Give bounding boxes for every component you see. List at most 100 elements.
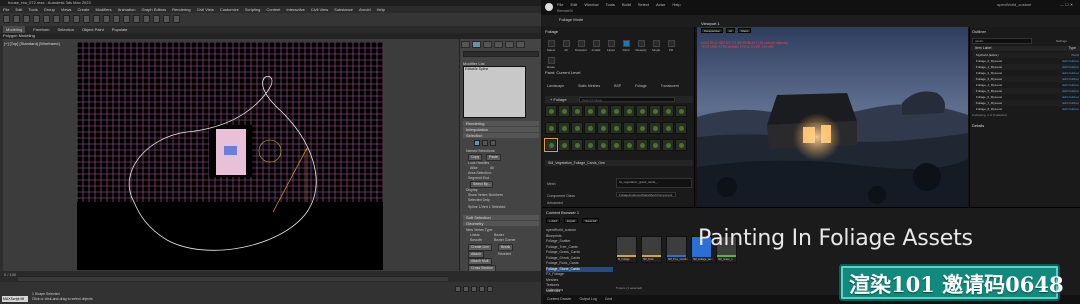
select-by-button[interactable]: Select By... — [470, 181, 494, 188]
ue-menu-item[interactable]: Window — [584, 2, 598, 7]
smooth-radio[interactable]: Smooth — [470, 238, 482, 242]
max-menu-item[interactable]: Views — [61, 6, 72, 13]
max-menu-item[interactable]: Substance — [334, 6, 353, 13]
attach-mult-button[interactable]: Attach Mult. — [468, 258, 493, 265]
max-menu-item[interactable]: File — [3, 6, 9, 13]
spline-mode-icon[interactable] — [490, 140, 496, 146]
ue-menu-item[interactable]: Build — [622, 2, 631, 7]
render-icon[interactable] — [173, 15, 180, 23]
render-setup-icon[interactable] — [163, 15, 170, 23]
play-icon[interactable] — [471, 286, 477, 292]
modifier-stack-item[interactable]: Editable Spline — [465, 67, 488, 71]
foliage-type-thumb[interactable] — [662, 122, 674, 134]
foliage-type-thumb[interactable] — [558, 122, 570, 134]
create-line-button[interactable]: Create Line — [468, 244, 493, 251]
foliage-type-thumb[interactable] — [675, 139, 687, 151]
ribbon-tab[interactable]: Populate — [112, 26, 128, 33]
max-top-viewport[interactable] — [77, 42, 383, 270]
max-menu-item[interactable]: Civil View — [197, 6, 214, 13]
window-controls-icon[interactable]: — ☐ ✕ — [1060, 2, 1073, 7]
foliage-tool-all[interactable]: All — [560, 40, 572, 55]
break-button[interactable]: Break — [498, 244, 514, 251]
viewport-button[interactable]: Show — [737, 28, 752, 33]
ue-menu-item[interactable]: Help — [672, 2, 680, 7]
select-by-name-icon[interactable] — [53, 15, 60, 23]
unlink-icon[interactable] — [33, 15, 40, 23]
foliage-type-thumb[interactable] — [558, 105, 570, 117]
foliage-type-thumb[interactable] — [558, 139, 570, 151]
status-bar-button[interactable]: Content Drawer — [547, 295, 572, 304]
all-radio[interactable]: All — [490, 166, 494, 170]
foliage-search-input[interactable]: Search Foliage — [579, 97, 675, 102]
foliage-type-thumb[interactable] — [571, 122, 583, 134]
foliage-type-thumb[interactable] — [649, 139, 661, 151]
ue-menu-item[interactable]: File — [557, 2, 563, 7]
foliage-tool-single[interactable]: Single — [650, 40, 662, 55]
show-vertex-numbers-checkbox[interactable]: Show Vertex Numbers — [468, 193, 503, 197]
track-bar[interactable] — [18, 276, 448, 281]
ribbon-tab[interactable]: Object Paint — [82, 26, 104, 33]
alike-radio[interactable]: Alike — [470, 166, 478, 170]
reorient-checkbox[interactable]: Reorient — [498, 252, 511, 256]
angle-snap-icon[interactable] — [103, 15, 110, 23]
rollout-geometry[interactable]: Geometry — [463, 221, 539, 226]
max-menu-item[interactable]: Content — [266, 6, 280, 13]
mesh-picker[interactable]: SI_vegetation_grass_cards_... — [616, 178, 692, 188]
filter-checkbox[interactable]: Translucent — [661, 84, 679, 88]
viewport-tab[interactable]: Viewport 1 — [701, 21, 720, 26]
goto-end-icon[interactable] — [487, 286, 493, 292]
status-bar-button[interactable]: Output Log — [580, 295, 597, 304]
filter-checkbox[interactable]: Landscape — [547, 84, 564, 88]
outliner-settings-button[interactable]: Settings — [1056, 39, 1067, 43]
max-menu-item[interactable]: Modifiers — [95, 6, 111, 13]
foliage-type-thumb[interactable] — [610, 139, 622, 151]
foliage-type-thumb[interactable] — [636, 105, 648, 117]
select-icon[interactable] — [43, 15, 50, 23]
max-menu-item[interactable]: Edit — [15, 6, 22, 13]
max-menu-item[interactable]: Graph Editors — [141, 6, 166, 13]
foliage-type-thumb[interactable] — [610, 122, 622, 134]
selected-only-checkbox[interactable]: Selected Only — [468, 198, 490, 202]
create-tab-icon[interactable] — [461, 41, 470, 48]
foliage-type-thumb[interactable] — [597, 139, 609, 151]
area-selection-checkbox[interactable]: Area Selection: — [468, 171, 492, 175]
mode-selector[interactable]: Foliage Mode — [559, 17, 583, 22]
ribbon-tab[interactable]: Selection — [57, 26, 73, 33]
foliage-type-thumb[interactable] — [571, 105, 583, 117]
link-icon[interactable] — [23, 15, 30, 23]
foliage-type-thumb[interactable] — [662, 105, 674, 117]
mirror-icon[interactable] — [113, 15, 120, 23]
foliage-tool-lasso[interactable]: Lasso — [605, 40, 617, 55]
foliage-type-thumb[interactable] — [610, 105, 622, 117]
move-icon[interactable] — [63, 15, 70, 23]
foliage-type-thumb[interactable] — [545, 122, 557, 134]
segment-mode-icon[interactable] — [482, 140, 488, 146]
max-menu-item[interactable]: Arnold — [359, 6, 371, 13]
max-menu-item[interactable]: Create — [77, 6, 89, 13]
vertex-mode-icon[interactable] — [474, 140, 480, 146]
next-frame-icon[interactable] — [479, 286, 485, 292]
object-name-field[interactable] — [463, 51, 539, 57]
segment-end-checkbox[interactable]: Segment End — [468, 176, 489, 180]
foliage-type-thumb[interactable] — [623, 105, 635, 117]
rollout-interpolation[interactable]: Interpolation — [463, 127, 539, 132]
copy-button[interactable]: Copy — [468, 154, 483, 161]
foliage-type-thumb[interactable] — [584, 105, 596, 117]
asset-tile[interactable]: M_Foliage — [616, 236, 637, 263]
filter-checkbox[interactable]: BSP — [614, 84, 621, 88]
display-tab-icon[interactable] — [505, 41, 514, 48]
foliage-type-thumb[interactable] — [584, 122, 596, 134]
max-menu-item[interactable]: Animation — [118, 6, 136, 13]
filter-checkbox[interactable]: Static Meshes — [578, 84, 600, 88]
ue-menu-item[interactable]: Select — [638, 2, 649, 7]
item-label-column[interactable]: Item Label — [975, 46, 991, 51]
foliage-type-thumb[interactable] — [571, 139, 583, 151]
outliner-tab[interactable]: Outliner — [972, 29, 986, 34]
type-column[interactable]: Type — [1068, 46, 1076, 51]
max-menu-item[interactable]: Rendering — [172, 6, 190, 13]
curve-editor-icon[interactable] — [143, 15, 150, 23]
foliage-tool-invalid[interactable]: Invalid — [590, 40, 602, 55]
ue-menu-item[interactable]: Actor — [656, 2, 665, 7]
foliage-tool-select[interactable]: Select — [545, 40, 557, 55]
ue-menu-item[interactable]: Edit — [570, 2, 577, 7]
